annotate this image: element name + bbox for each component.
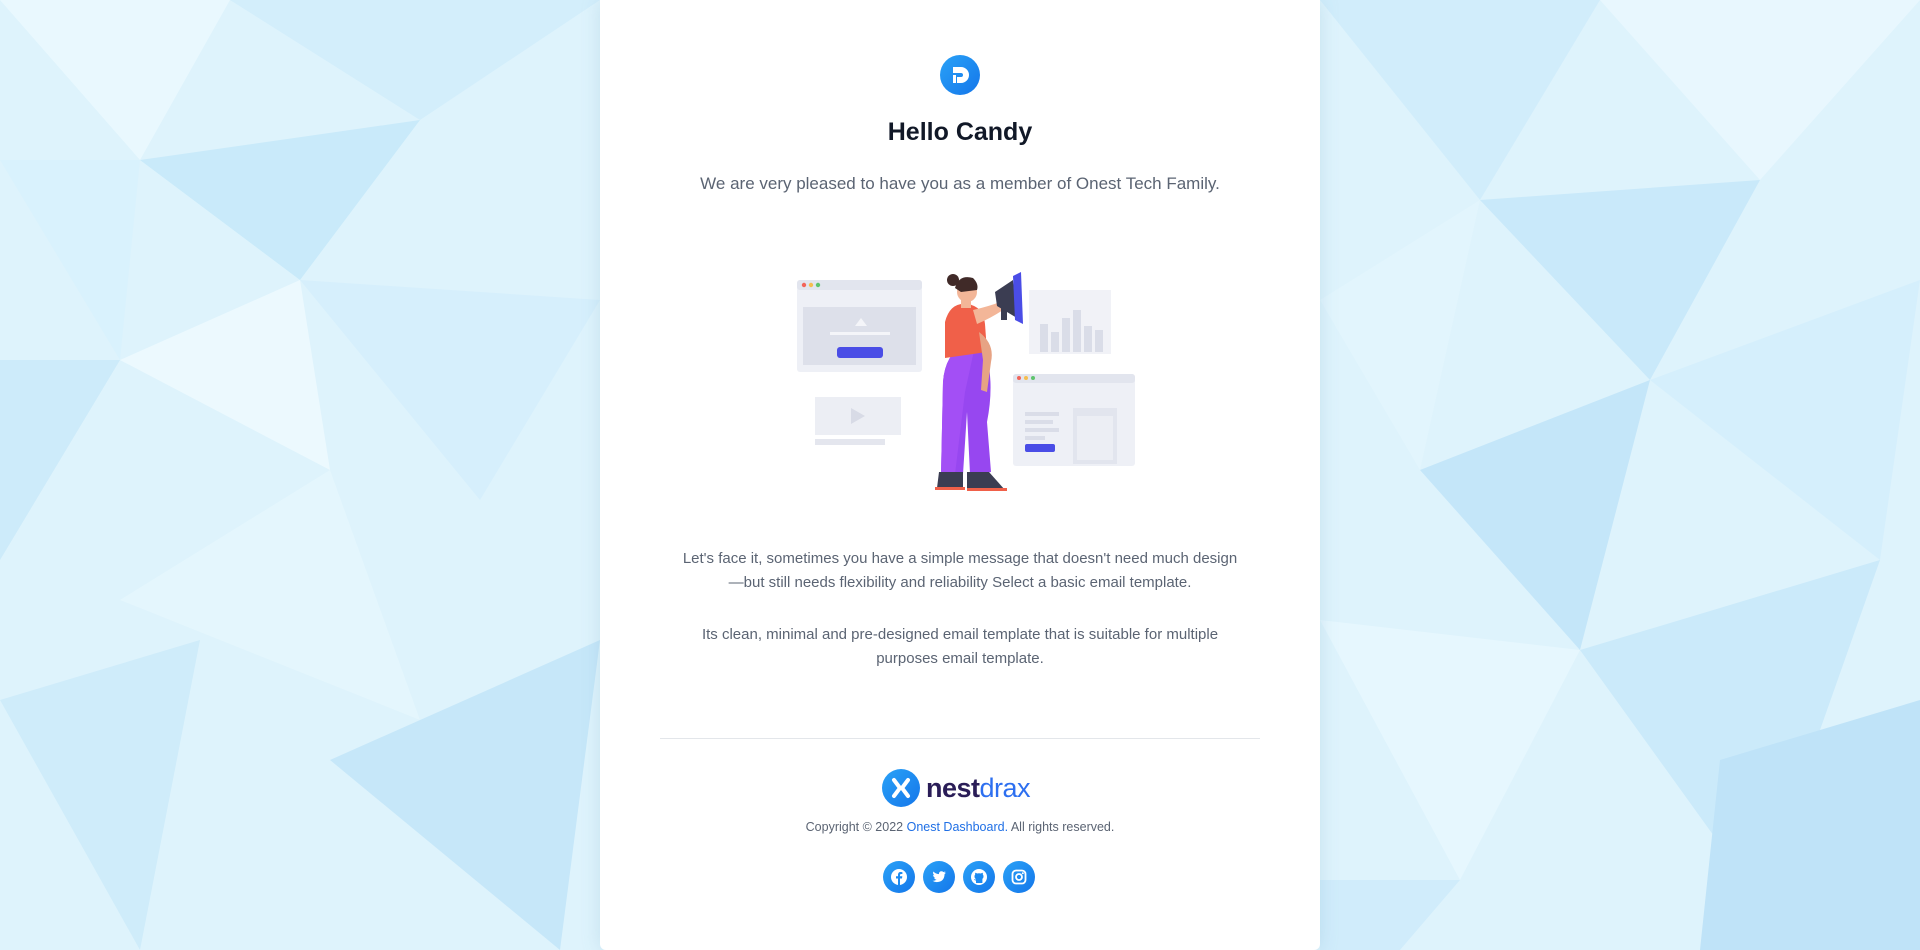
twitter-button[interactable]	[923, 861, 955, 893]
welcome-subtitle: We are very pleased to have you as a mem…	[700, 174, 1220, 193]
twitter-icon	[932, 871, 946, 883]
footer-divider	[660, 738, 1260, 739]
onest-dashboard-link[interactable]: Onest Dashboard.	[907, 820, 1008, 834]
email-card: Hello Candy We are very pleased to have …	[600, 0, 1320, 950]
copyright-prefix: Copyright © 2022	[805, 820, 904, 834]
instagram-icon	[1011, 869, 1027, 885]
brand-name-light: drax	[979, 773, 1031, 803]
woman-with-megaphone-illustration	[795, 262, 1140, 502]
copyright-text: Copyright © 2022 Onest Dashboard. All ri…	[600, 820, 1320, 834]
facebook-icon	[891, 869, 907, 886]
github-button[interactable]	[963, 861, 995, 893]
body-paragraph-1: Let's face it, sometimes you have a simp…	[682, 550, 1238, 591]
github-icon	[971, 869, 987, 885]
facebook-button[interactable]	[883, 861, 915, 893]
copyright-suffix: All rights reserved.	[1010, 820, 1115, 834]
body-paragraph-2: Its clean, minimal and pre-designed emai…	[701, 626, 1219, 667]
nestdrax-logo-icon	[882, 769, 920, 807]
social-links	[883, 861, 1043, 895]
nestdrax-brand: nestdrax	[882, 768, 1031, 808]
onest-logo-icon	[940, 55, 980, 95]
greeting-title: Hello Candy	[887, 118, 1033, 146]
instagram-button[interactable]	[1003, 861, 1035, 893]
brand-name-bold: nest	[926, 773, 980, 803]
